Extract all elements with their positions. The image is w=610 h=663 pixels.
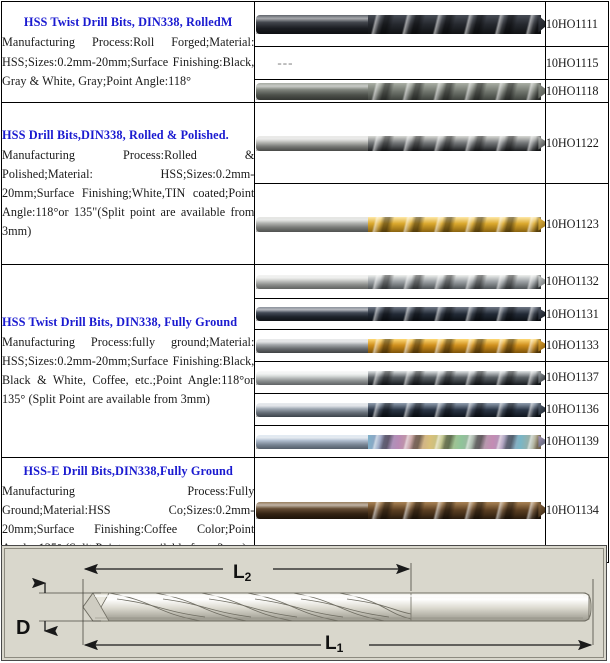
- gray-white-drill-bit: [255, 80, 545, 102]
- product-code: 10HO1115: [545, 55, 599, 70]
- product-image-cell[interactable]: [254, 425, 546, 458]
- bright-steel-drill-bit: [255, 265, 545, 298]
- product-code-cell: 10HO1118: [544, 79, 610, 103]
- product-image-cell[interactable]: [254, 79, 546, 103]
- product-title: HSS Twist Drill Bits, DIN338, Fully Grou…: [2, 314, 238, 329]
- black-oxide-drill-bit: [255, 2, 545, 46]
- product-description: Manufacturing Process:fully ground;Mater…: [2, 334, 255, 407]
- product-code: 10HO1136: [545, 402, 599, 416]
- diagram-svg: [31, 563, 594, 651]
- product-code-cell: 10HO1136: [544, 393, 610, 426]
- product-code-cell: 10HO1132: [544, 264, 610, 299]
- product-image-cell[interactable]: [254, 264, 546, 299]
- product-code: 10HO1134: [545, 502, 599, 517]
- product-code: 10HO1137: [545, 370, 599, 384]
- diameter-label: D: [16, 617, 31, 639]
- diagram-frame: L2 L1 D: [4, 548, 604, 658]
- product-code: 10HO1139: [545, 434, 599, 448]
- product-image-cell[interactable]: [254, 102, 546, 184]
- table-row: HSS Drill Bits,DIN338, Rolled & Polished…: [0, 102, 610, 265]
- product-code: 10HO1123: [545, 216, 599, 231]
- product-image-cell[interactable]: [254, 183, 546, 265]
- product-image-cell[interactable]: [254, 1, 546, 47]
- black-blue-drill-bit: [255, 299, 545, 329]
- drill-bit-illustration: [82, 592, 592, 622]
- description-cell-group-1: HSS Twist Drill Bits, DIN338, RolledM Ma…: [0, 1, 256, 103]
- product-title: HSS Twist Drill Bits, DIN338, RolledM: [23, 15, 233, 30]
- bright-polished-drill-bit: [255, 103, 545, 183]
- product-image-cell[interactable]: [254, 329, 546, 362]
- product-image-cell[interactable]: [254, 298, 546, 330]
- product-code-cell: 10HO1123: [544, 183, 610, 265]
- product-code-cell: 10HO1133: [544, 329, 610, 362]
- product-code: 10HO1131: [545, 306, 599, 321]
- product-title: HSS Drill Bits,DIN338, Rolled & Polished…: [2, 127, 229, 142]
- drill-bit-catalog-page: HSS Twist Drill Bits, DIN338, RolledM Ma…: [0, 1, 610, 663]
- product-specification-table: HSS Twist Drill Bits, DIN338, RolledM Ma…: [0, 1, 610, 563]
- product-code: 10HO1118: [545, 83, 599, 98]
- rainbow-coated-drill-bit: [255, 426, 545, 457]
- product-image-cell[interactable]: [254, 393, 546, 426]
- product-code-cell: 10HO1137: [544, 361, 610, 394]
- description-cell-group-2: HSS Drill Bits,DIN338, Rolled & Polished…: [0, 102, 256, 265]
- table-row: HSS Twist Drill Bits, DIN338, Fully Grou…: [0, 264, 610, 458]
- drill-bit-dimension-diagram: L2 L1 D: [1, 545, 607, 661]
- product-code-cell: 10HO1122: [544, 102, 610, 184]
- tin-gold-coated-drill-bit: [255, 184, 545, 264]
- product-image-cell[interactable]: ---: [254, 46, 546, 80]
- flute-length-label: L2: [233, 562, 252, 584]
- gold-tin-drill-bit: [255, 330, 545, 361]
- overall-length-label: L1: [325, 633, 344, 655]
- product-code-cell: 10HO1131: [544, 298, 610, 330]
- product-image-cell[interactable]: [254, 361, 546, 394]
- product-description: Manufacturing Process:Rolled & Polished;…: [2, 147, 255, 239]
- product-code-cell: 10HO1139: [544, 425, 610, 458]
- description-cell-group-3: HSS Twist Drill Bits, DIN338, Fully Grou…: [0, 264, 256, 458]
- black-white-drill-bit: [255, 362, 545, 393]
- product-code: 10HO1132: [545, 274, 599, 288]
- product-code-cell: 10HO1115: [544, 46, 610, 80]
- placeholder-dashes-label: ---: [277, 55, 294, 70]
- dark-blue-drill-bit: [255, 394, 545, 425]
- product-description: Manufacturing Process:Roll Forged;Materi…: [2, 35, 255, 88]
- product-code: 10HO1133: [545, 338, 599, 352]
- table-row: HSS Twist Drill Bits, DIN338, RolledM Ma…: [0, 1, 610, 103]
- product-code: 10HO1111: [545, 16, 598, 31]
- product-title: HSS-E Drill Bits,DIN338,Fully Ground: [23, 463, 233, 478]
- product-code-cell: 10HO1111: [544, 1, 610, 47]
- placeholder-dashes: ---: [255, 47, 545, 79]
- product-code: 10HO1122: [545, 135, 599, 150]
